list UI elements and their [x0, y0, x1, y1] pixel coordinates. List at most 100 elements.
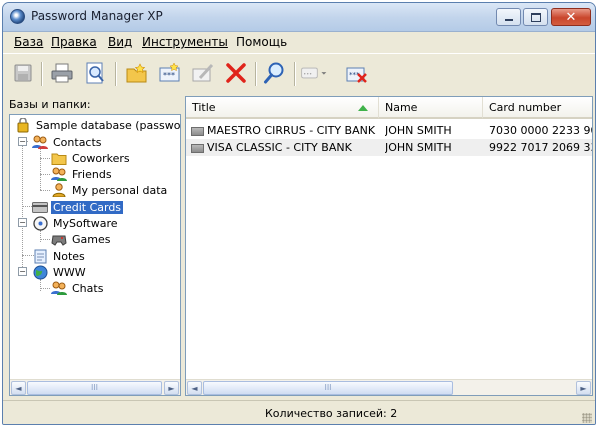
scroll-left-button[interactable]: ◄: [11, 381, 26, 395]
records-list[interactable]: Title Name Card number MAESTRO CIRRUS - …: [185, 96, 593, 396]
tree-line: [40, 230, 41, 242]
menu-database-label: База: [14, 35, 44, 49]
new-record-button[interactable]: ***: [156, 59, 184, 87]
tree-item-www[interactable]: WWW: [32, 264, 88, 280]
menu-database[interactable]: База: [14, 35, 43, 49]
save-button[interactable]: [9, 59, 37, 87]
tree-item-contacts[interactable]: Contacts: [32, 134, 104, 150]
find-icon: [264, 62, 284, 84]
tree-line: [40, 158, 50, 159]
tree-item-credit-cards[interactable]: Credit Cards: [32, 199, 124, 215]
edit-record-button[interactable]: [189, 59, 217, 87]
group-icon: [51, 167, 67, 181]
minimize-button[interactable]: [496, 8, 521, 26]
folder-tree[interactable]: − − − Sample database (password: Contact…: [9, 114, 181, 396]
scroll-right-button[interactable]: ►: [164, 381, 179, 395]
svg-text:•••: •••: [303, 71, 312, 77]
tree-line: [40, 239, 50, 240]
find-button[interactable]: [261, 59, 289, 87]
scroll-right-button[interactable]: ►: [576, 381, 591, 395]
resize-grip-icon[interactable]: [582, 413, 592, 423]
print-preview-button[interactable]: [81, 59, 109, 87]
table-cell-name: JOHN SMITH: [385, 141, 452, 154]
status-bar: Количество записей: 2: [3, 400, 595, 424]
app-logo-icon: [10, 9, 25, 24]
save-icon: [14, 64, 32, 82]
window-title: Password Manager XP: [31, 9, 163, 23]
sort-ascending-icon: [358, 105, 368, 111]
table-row[interactable]: MAESTRO CIRRUS - CITY BANK JOHN SMITH 70…: [186, 122, 592, 139]
tree-item-sample-database[interactable]: Sample database (password:: [15, 117, 181, 133]
menu-edit[interactable]: Правка: [51, 35, 97, 49]
scroll-thumb[interactable]: III: [203, 381, 453, 395]
menu-help[interactable]: Помощь: [236, 35, 287, 49]
tree-item-label: Contacts: [53, 135, 102, 149]
menu-view-label: Вид: [108, 35, 133, 49]
menu-tools[interactable]: Инструменты: [142, 35, 228, 49]
close-button[interactable]: ✕: [551, 8, 591, 26]
print-icon: [51, 63, 73, 83]
table-cell-name: JOHN SMITH: [385, 124, 452, 137]
table-cell-card-number: 7030 0000 2233 9050: [489, 124, 592, 137]
tree-line: [40, 190, 50, 191]
toolbar-separator: [115, 62, 117, 86]
toolbar-separator: [41, 62, 43, 86]
new-folder-button[interactable]: [123, 59, 151, 87]
chat-icon: [51, 281, 67, 295]
tree-line: [40, 279, 41, 291]
toolbar-separator: [255, 62, 257, 86]
tree-item-chats[interactable]: Chats: [51, 280, 105, 296]
column-header-card-number[interactable]: Card number: [483, 97, 592, 119]
tree-item-mysoftware[interactable]: MySoftware: [32, 215, 120, 231]
record-title: VISA CLASSIC - CITY BANK: [207, 141, 352, 154]
record-count-status: Количество записей: 2: [265, 407, 398, 420]
print-button[interactable]: [48, 59, 76, 87]
tree-item-my-personal-data[interactable]: My personal data: [51, 182, 169, 198]
software-icon: [32, 215, 48, 231]
edit-record-icon: [192, 63, 214, 82]
scroll-left-button[interactable]: ◄: [187, 381, 202, 395]
tree-horizontal-scrollbar[interactable]: ◄ III ►: [10, 379, 180, 395]
new-record-icon: ***: [159, 62, 180, 82]
tree-item-label: Sample database (password:: [36, 118, 181, 132]
record-title: MAESTRO CIRRUS - CITY BANK: [207, 124, 376, 137]
list-horizontal-scrollbar[interactable]: ◄ III ►: [186, 379, 592, 395]
globe-icon: [32, 265, 48, 279]
remove-record-button[interactable]: ***: [343, 59, 371, 87]
tree-item-label: Chats: [72, 281, 104, 295]
scroll-thumb[interactable]: III: [27, 381, 162, 395]
tree-item-games[interactable]: Games: [51, 231, 112, 247]
tree-line: [40, 288, 50, 289]
tree-item-notes[interactable]: Notes: [32, 248, 87, 264]
tree-item-friends[interactable]: Friends: [51, 166, 114, 182]
expand-contacts-toggle[interactable]: −: [18, 137, 27, 146]
tree-item-label: Notes: [53, 249, 85, 263]
expand-mysoftware-toggle[interactable]: −: [18, 218, 27, 227]
tree-item-label: Coworkers: [72, 151, 130, 165]
tree-item-label: MySoftware: [53, 216, 118, 230]
password-generator-button[interactable]: •••: [300, 59, 328, 87]
menu-edit-label: Правка: [51, 35, 97, 49]
tree-line: [40, 174, 50, 175]
column-header-name[interactable]: Name: [379, 97, 483, 119]
menu-bar: База Правка Вид Инструменты Помощь: [3, 32, 595, 52]
main-window: Password Manager XP ✕ База Правка Вид Ин…: [2, 2, 596, 425]
menu-view[interactable]: Вид: [108, 35, 132, 49]
credit-card-icon: [191, 143, 204, 153]
svg-text:***: ***: [163, 71, 175, 80]
title-bar[interactable]: Password Manager XP ✕: [3, 3, 595, 32]
password-generator-icon: •••: [301, 67, 327, 79]
column-header-title[interactable]: Title: [186, 97, 379, 119]
menu-help-label: Помощь: [236, 35, 288, 49]
table-row[interactable]: VISA CLASSIC - CITY BANK JOHN SMITH 9922…: [186, 139, 592, 156]
expand-www-toggle[interactable]: −: [18, 267, 27, 276]
toolbar: *** ••• ***: [3, 53, 595, 94]
tree-item-coworkers[interactable]: Coworkers: [51, 150, 132, 166]
maximize-button[interactable]: [523, 8, 548, 26]
remove-record-icon: ***: [346, 67, 367, 83]
games-icon: [51, 232, 67, 246]
column-header-name-label: Name: [385, 100, 418, 114]
minimize-icon: [504, 19, 513, 21]
delete-button[interactable]: [222, 59, 250, 87]
toolbar-separator: [294, 62, 296, 86]
